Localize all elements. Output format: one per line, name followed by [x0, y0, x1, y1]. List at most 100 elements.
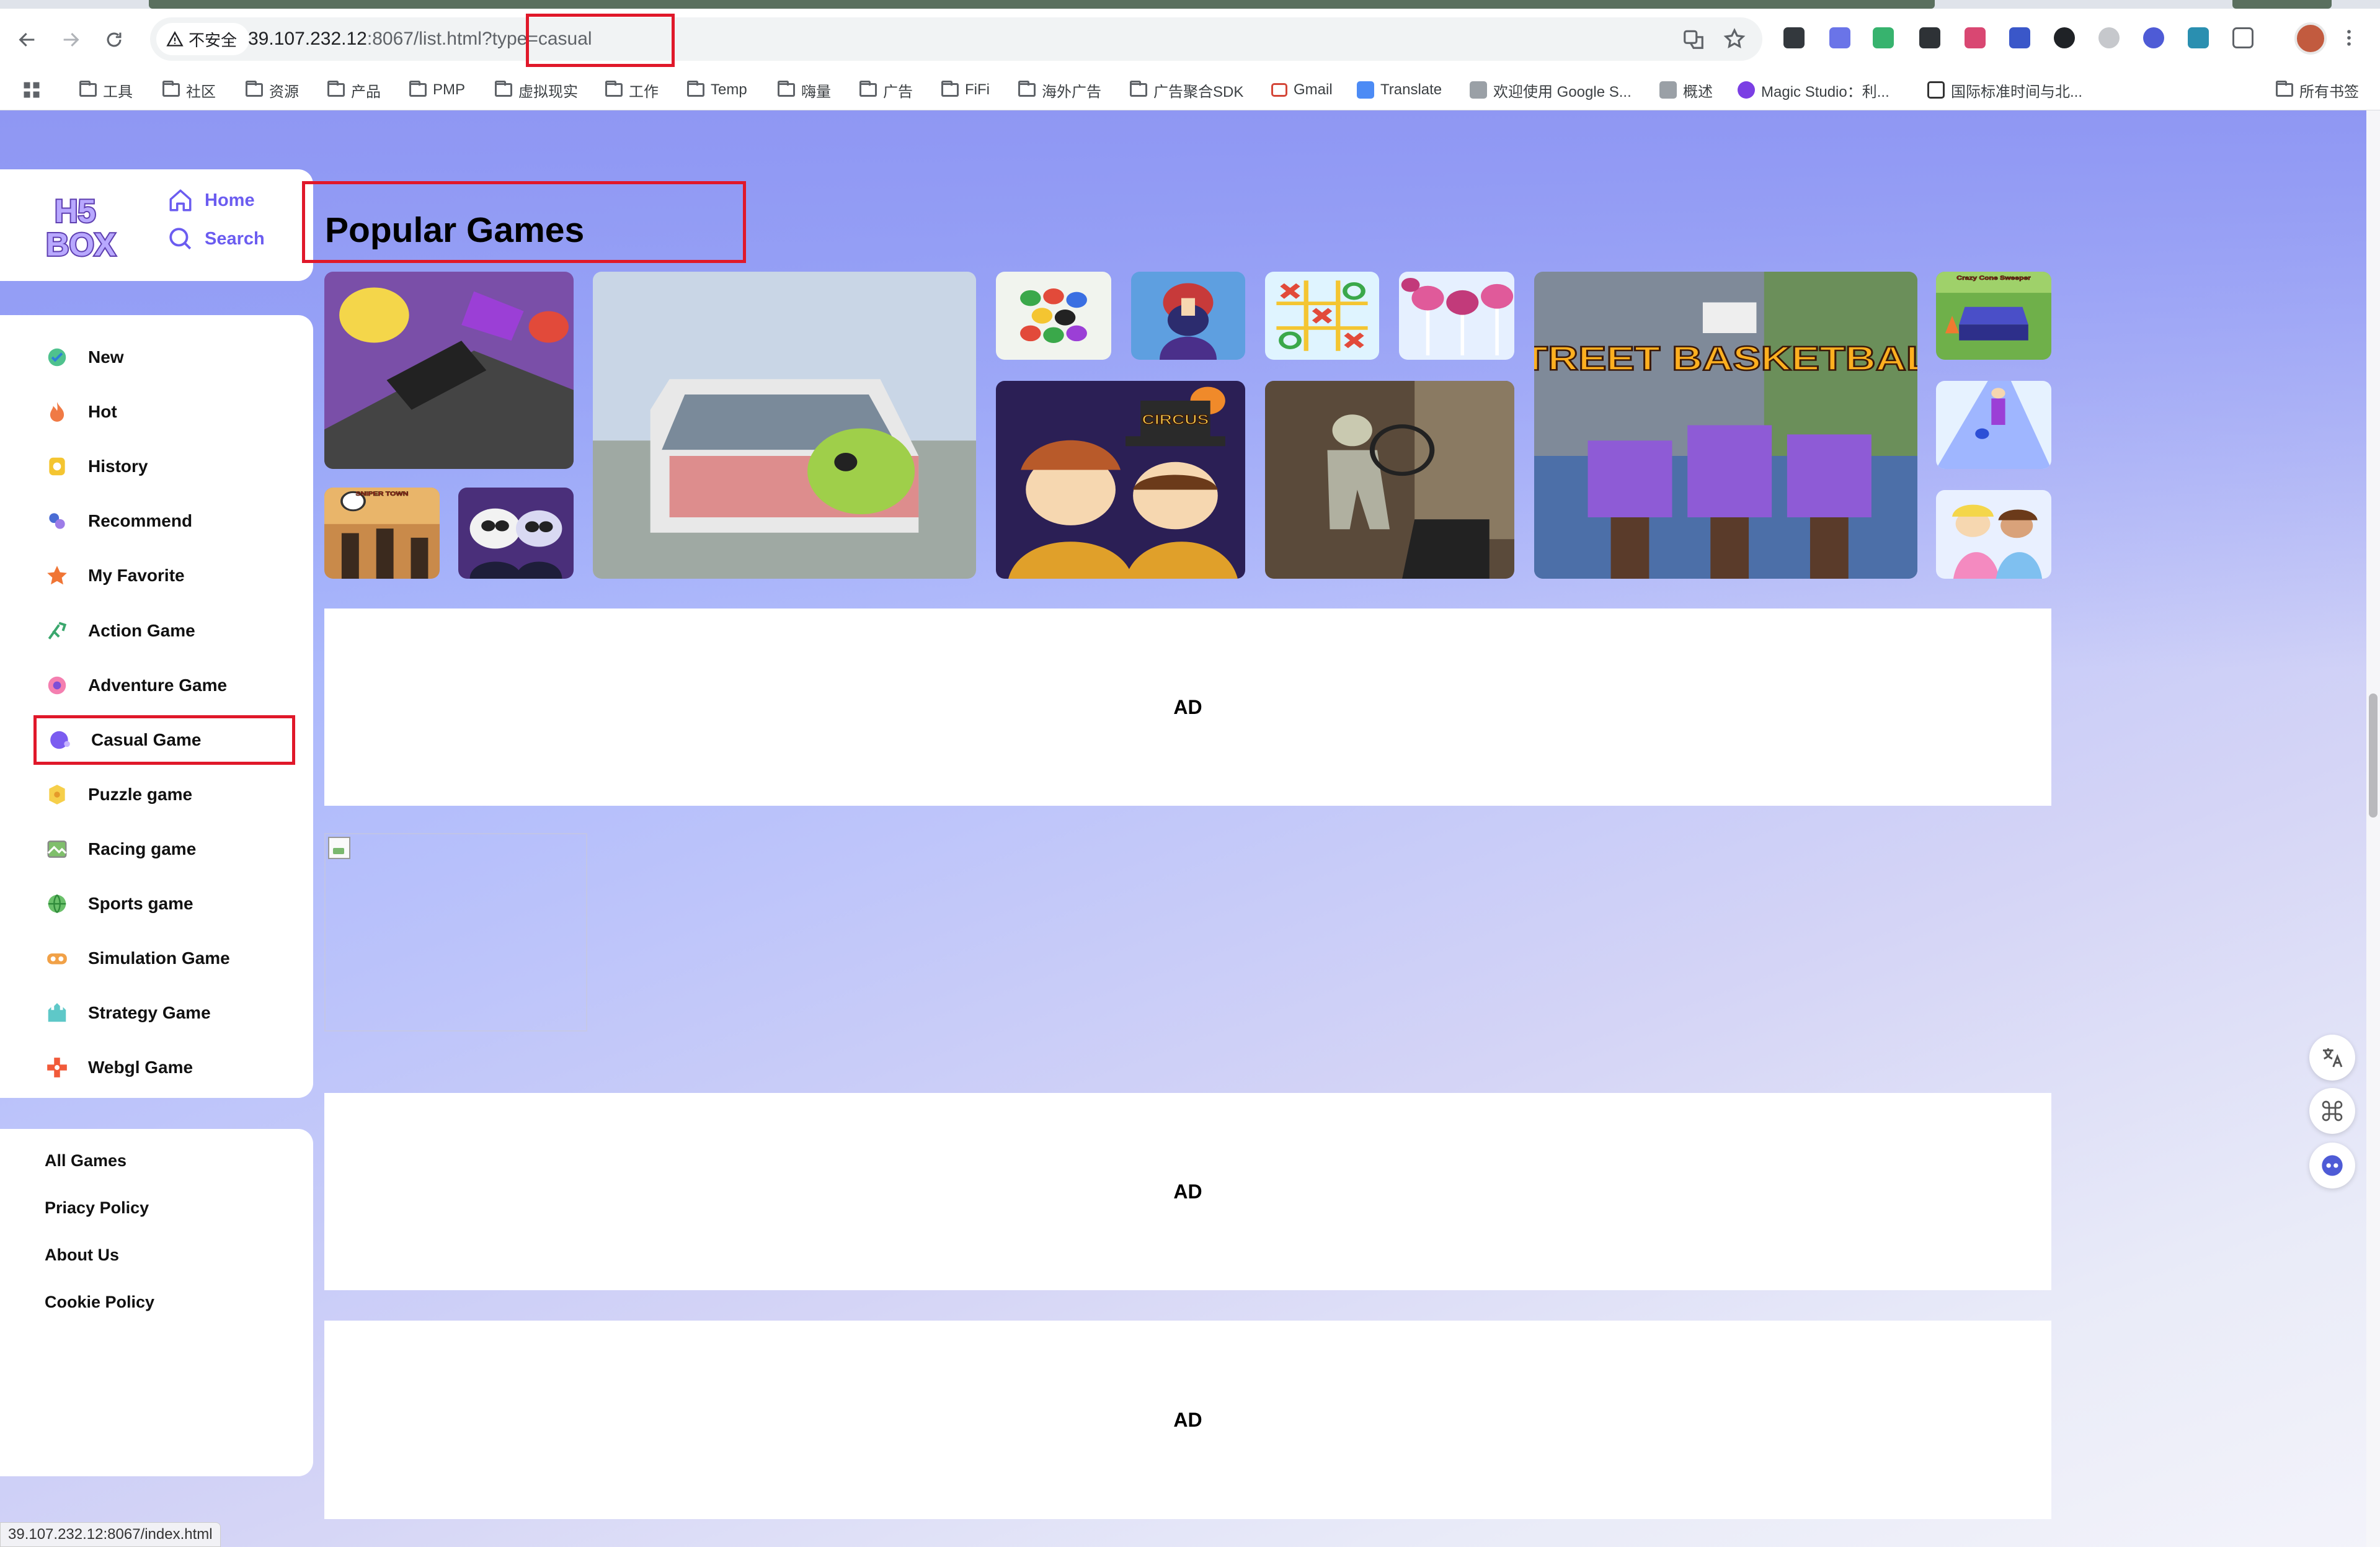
bookmark-google-welcome[interactable]: 欢迎使用 Google S...: [1470, 79, 1632, 100]
reload-icon: [107, 32, 122, 47]
bookmark-community[interactable]: 社区: [162, 79, 216, 100]
nav-item-strategy-game[interactable]: Strategy Game: [33, 988, 295, 1038]
bookmark-overview[interactable]: 概述: [1659, 79, 1713, 100]
ext-mask-icon[interactable]: [2054, 27, 2075, 48]
nav-item-label: Simulation Game: [88, 948, 230, 968]
nav-item-hot[interactable]: Hot: [33, 387, 295, 437]
nav-item-casual-game[interactable]: Casual Game: [33, 715, 295, 765]
bookmark-all[interactable]: 所有书签: [2276, 79, 2359, 100]
bookmark-vr[interactable]: 虚拟现实: [495, 79, 578, 100]
game-thumbnail: STREET BASKETBALL: [1534, 272, 1917, 579]
ext-face-icon[interactable]: [2143, 27, 2164, 48]
nav-item-webgl-game[interactable]: Webgl Game: [33, 1043, 295, 1092]
nav-item-puzzle-game[interactable]: Puzzle game: [33, 770, 295, 819]
header-panel: H5 BOX Home Search: [0, 169, 313, 281]
bookmark-time[interactable]: 国际标准时间与北...: [1927, 79, 2082, 100]
sniper-town-game[interactable]: SNIPER TOWN: [324, 488, 440, 579]
nav-item-sports-game[interactable]: Sports game: [33, 879, 295, 929]
nav-item-new[interactable]: New: [33, 332, 295, 382]
ext-dark-icon[interactable]: [1783, 27, 1805, 48]
crazy-cone-sweeper-game[interactable]: Crazy Cone Sweeper: [1936, 272, 2051, 360]
home-link[interactable]: Home: [167, 187, 255, 214]
ext-gray-icon[interactable]: [2098, 27, 2120, 48]
assistant-tool-button[interactable]: [2309, 1143, 2355, 1188]
ext-card-icon[interactable]: [1919, 27, 1940, 48]
bookmark-ad-sdk[interactable]: 广告聚合SDK: [1130, 79, 1243, 100]
bookmark-tools[interactable]: 工具: [79, 79, 133, 100]
nav-item-history[interactable]: History: [33, 442, 295, 491]
page-scrollbar[interactable]: [2366, 110, 2380, 1547]
bookmark-work[interactable]: 工作: [605, 79, 659, 100]
knight-game[interactable]: [1131, 272, 1245, 360]
game-thumbnail: [1265, 381, 1514, 579]
ext-m-icon[interactable]: [2188, 27, 2209, 48]
apps-tool-button[interactable]: [2309, 1088, 2355, 1134]
nav-item-action-game[interactable]: Action Game: [33, 606, 295, 656]
princess-game[interactable]: [1936, 490, 2051, 579]
svg-text:H5: H5: [55, 194, 95, 230]
profile-avatar[interactable]: [2294, 22, 2327, 55]
page-content: H5 BOX Home Search New Hot History Recommen…: [0, 110, 2380, 1547]
bookmark-pmp[interactable]: PMP: [409, 79, 465, 100]
zombie-van-game[interactable]: [593, 272, 976, 579]
translate-tool-button[interactable]: [2309, 1035, 2355, 1081]
bookmark-magic-studio[interactable]: Magic Studio：利...: [1738, 79, 1889, 100]
zombie-shooter-game[interactable]: [1265, 381, 1514, 579]
security-chip[interactable]: 不安全: [156, 23, 250, 55]
bookmarks-bar: 工具 社区 资源 产品 PMP 虚拟现实 工作 Temp 嗨量 广告 FiFi …: [0, 73, 2380, 105]
runner-game[interactable]: [1936, 381, 2051, 469]
ext-blue-icon[interactable]: [2009, 27, 2030, 48]
nav-item-my-favorite[interactable]: My Favorite: [33, 551, 295, 600]
broken-image[interactable]: [324, 833, 587, 1032]
bookmark-fifi[interactable]: FiFi: [941, 79, 990, 100]
star-icon: [45, 563, 69, 588]
menu-dots-icon[interactable]: [2343, 27, 2355, 48]
puzzle-icon: [45, 782, 69, 807]
circus-kids-game[interactable]: CIRCUS: [996, 381, 1245, 579]
ad-slot-2[interactable]: AD: [324, 1093, 2051, 1290]
nav-item-label: My Favorite: [88, 566, 185, 586]
bookmark-star-icon[interactable]: [1723, 27, 1746, 51]
bookmark-gmail[interactable]: Gmail: [1271, 79, 1333, 100]
ext-jh-icon[interactable]: [1829, 27, 1850, 48]
translate-page-icon[interactable]: [1682, 27, 1705, 51]
about-us-link[interactable]: About Us: [45, 1246, 119, 1265]
all-games-link[interactable]: All Games: [45, 1151, 127, 1170]
lollipop-game[interactable]: [1399, 272, 1514, 360]
purple-drill-game[interactable]: [324, 272, 574, 469]
adventure-icon: [45, 673, 69, 698]
tic-tac-toe-game[interactable]: [1265, 272, 1379, 360]
ad-slot-1[interactable]: AD: [324, 609, 2051, 806]
ad-slot-3[interactable]: AD: [324, 1321, 2051, 1519]
game-thumbnail: [324, 272, 574, 469]
extensions-puzzle-icon[interactable]: [2232, 27, 2253, 48]
reload-button[interactable]: [98, 24, 130, 56]
nav-item-recommend[interactable]: Recommend: [33, 496, 295, 546]
nav-item-simulation-game[interactable]: Simulation Game: [33, 934, 295, 983]
street-basketball-game[interactable]: STREET BASKETBALL: [1534, 272, 1917, 579]
back-button[interactable]: [11, 24, 43, 56]
bookmark-temp[interactable]: Temp: [687, 79, 747, 100]
scroll-thumb[interactable]: [2369, 693, 2378, 818]
bookmark-resources[interactable]: 资源: [246, 79, 299, 100]
search-link[interactable]: Search: [167, 225, 265, 252]
ext-red-icon[interactable]: [1965, 27, 1986, 48]
nav-item-racing-game[interactable]: Racing game: [33, 824, 295, 874]
privacy-policy-link[interactable]: Priacy Policy: [45, 1198, 149, 1218]
address-bar[interactable]: 不安全 39.107.232.12:8067/list.html?type=ca…: [150, 17, 1762, 61]
ext-n-icon[interactable]: [1873, 27, 1894, 48]
bookmark-overseas-ads[interactable]: 海外广告: [1018, 79, 1101, 100]
apps-grid-icon[interactable]: [22, 79, 41, 100]
h5-box-logo[interactable]: H5 BOX: [45, 191, 125, 261]
skeleton-couple-game[interactable]: [458, 488, 574, 579]
cookie-policy-link[interactable]: Cookie Policy: [45, 1293, 154, 1312]
forward-button[interactable]: [55, 24, 87, 56]
bookmark-translate[interactable]: Translate: [1357, 79, 1442, 100]
bookmark-ads[interactable]: 广告: [859, 79, 913, 100]
footer-links-panel: All Games Priacy Policy About Us Cookie …: [0, 1129, 313, 1476]
nav-item-adventure-game[interactable]: Adventure Game: [33, 661, 295, 710]
bookmark-products[interactable]: 产品: [327, 79, 381, 100]
bookmark-hailiang[interactable]: 嗨量: [778, 79, 831, 100]
ball-sort-game[interactable]: [996, 272, 1111, 360]
nav-item-label: Strategy Game: [88, 1003, 211, 1023]
